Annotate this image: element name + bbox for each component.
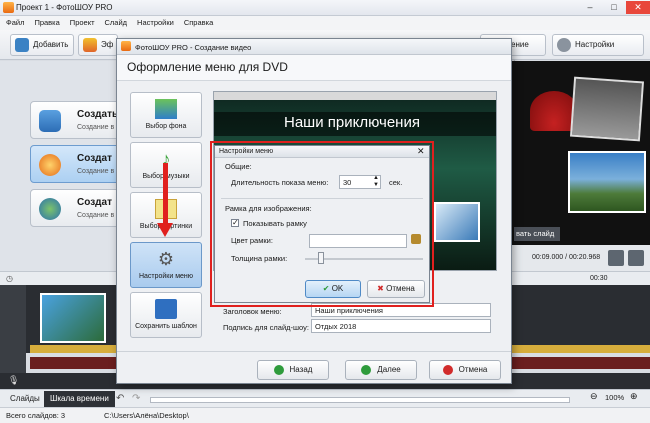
- gear-icon: [557, 38, 571, 52]
- show-frame-checkbox[interactable]: ✓: [231, 219, 239, 227]
- menu-settings-dialog-highlight: Настройки меню ✕ Общие: Длительность пок…: [210, 141, 434, 307]
- microphone-icon: 🎙: [8, 375, 20, 385]
- close-icon[interactable]: ✕: [626, 1, 650, 14]
- menu-settings-titlebar: Настройки меню ✕: [215, 146, 429, 158]
- audio-track-header: [0, 353, 26, 373]
- section-divider: [221, 198, 423, 199]
- back-button[interactable]: Назад: [257, 360, 329, 380]
- app-icon: [3, 2, 14, 13]
- statusbar: Всего слайдов: 3 C:\Users\Алёна\Desktop\: [0, 407, 650, 423]
- timeline-slide-thumb[interactable]: [40, 293, 106, 343]
- zoom-out-icon[interactable]: ⊖: [590, 391, 598, 402]
- preview-photo-2: [568, 151, 646, 213]
- dialog-titlebar: ФотоШОУ PRO - Создание видео: [117, 39, 511, 55]
- zoom-level: 100%: [605, 393, 625, 402]
- maximize-icon[interactable]: □: [602, 1, 626, 14]
- preview-time: 00:09.000 / 00:20.968: [532, 254, 601, 261]
- frame-color-input[interactable]: [309, 234, 407, 248]
- fullscreen-icon[interactable]: [628, 250, 644, 266]
- camera-icon[interactable]: [608, 250, 624, 266]
- tab-timeline[interactable]: Шкала времени: [44, 391, 115, 407]
- effects-button[interactable]: Эф: [78, 34, 118, 56]
- floppy-disk-icon: [155, 299, 177, 319]
- left-panel: Создать Создание в Создат Создание в Соз…: [0, 61, 120, 271]
- timeline-scrollbar[interactable]: [150, 397, 570, 403]
- dialog-title: ФотоШОУ PRO - Создание видео: [135, 43, 252, 52]
- cross-icon: ✖: [377, 284, 384, 293]
- preview-collage-thumb: [434, 202, 480, 242]
- red-arrow-head: [157, 223, 173, 237]
- menu-help[interactable]: Справка: [178, 16, 217, 27]
- menu-file[interactable]: Файл: [0, 16, 28, 27]
- preview-photo-1: [569, 76, 645, 142]
- background-icon: [155, 99, 177, 119]
- frame-color-label: Цвет рамки:: [231, 236, 273, 245]
- color-picker-icon[interactable]: [411, 234, 421, 244]
- timeline-track-header: [0, 285, 26, 353]
- globe-icon: [39, 198, 61, 220]
- settings-cancel-button[interactable]: ✖ Отмена: [367, 280, 425, 298]
- preview-controls: 00:09.000 / 00:20.968: [512, 245, 650, 271]
- tab-slides[interactable]: Слайды: [4, 391, 46, 407]
- next-button[interactable]: Далее: [345, 360, 417, 380]
- preview-top-band: [214, 92, 496, 100]
- frame-width-slider-handle[interactable]: [318, 252, 324, 264]
- preview-slide-title: Наши приключения: [284, 114, 420, 131]
- window-title: Проект 1 - ФотоШОУ PRO: [16, 3, 113, 12]
- gear-icon: ⚙: [157, 249, 175, 269]
- redo-icon[interactable]: ↷: [132, 393, 140, 404]
- menu-slide[interactable]: Слайд: [99, 16, 132, 27]
- close-icon[interactable]: ✕: [417, 146, 425, 157]
- menu-settings-title: Настройки меню: [219, 148, 274, 155]
- menu-title-label: Заголовок меню:: [223, 307, 282, 316]
- create-button-1[interactable]: Создать Создание в: [30, 101, 120, 139]
- menu-settings-dialog: Настройки меню ✕ Общие: Длительность пок…: [214, 145, 430, 303]
- dialog-heading: Оформление меню для DVD: [127, 60, 288, 74]
- frame-section-label: Рамка для изображения:: [225, 204, 312, 213]
- preview-area: вать слайд: [512, 61, 650, 245]
- cancel-button[interactable]: Отмена: [429, 360, 501, 380]
- minimize-icon[interactable]: –: [578, 1, 602, 14]
- add-icon: [15, 38, 29, 52]
- disc-icon: [39, 154, 61, 176]
- zoom-in-icon[interactable]: ⊕: [630, 391, 638, 402]
- duration-unit: сек.: [389, 178, 403, 187]
- ok-button[interactable]: ✔ OK: [305, 280, 361, 298]
- project-settings-button[interactable]: Настройки проекта: [552, 34, 644, 69]
- dialog-divider: [117, 351, 511, 352]
- window-titlebar: Проект 1 - ФотоШОУ PRO – □ ✕: [0, 0, 650, 16]
- red-arrow-shaft: [163, 163, 168, 225]
- frame-width-label: Толщина рамки:: [231, 254, 288, 263]
- menu-settings[interactable]: Настройки: [131, 16, 178, 27]
- save-template-button[interactable]: Сохранить шаблон: [130, 292, 202, 338]
- choose-background-button[interactable]: Выбор фона: [130, 92, 202, 138]
- create-button-3[interactable]: Создат Создание в: [30, 189, 120, 227]
- duration-label: Длительность показа меню:: [231, 178, 329, 187]
- general-section-label: Общие:: [225, 162, 252, 171]
- create-button-2[interactable]: Создат Создание в: [30, 145, 120, 183]
- clock-icon: ◷: [6, 274, 13, 283]
- show-frame-label: Показывать рамку: [243, 219, 307, 228]
- menu-settings-button[interactable]: ⚙ Настройки меню: [130, 242, 202, 288]
- menu-project[interactable]: Проект: [64, 16, 99, 27]
- slideshow-icon: [39, 110, 61, 132]
- project-path: C:\Users\Алёна\Desktop\: [104, 411, 189, 420]
- caption-input[interactable]: Отдых 2018: [311, 319, 491, 333]
- check-icon: ✔: [322, 284, 330, 293]
- back-arrow-icon: [273, 364, 284, 375]
- preview-caption: вать слайд: [514, 227, 560, 241]
- dialog-app-icon: [121, 41, 131, 51]
- slides-count: Всего слайдов: 3: [6, 411, 66, 420]
- dialog-header: Оформление меню для DVD: [117, 55, 511, 81]
- menu-edit[interactable]: Правка: [28, 16, 63, 27]
- cancel-icon: [442, 364, 453, 375]
- duration-spinner-icon[interactable]: ▲ ▼: [373, 175, 379, 189]
- add-button[interactable]: Добавить: [10, 34, 74, 56]
- effects-icon: [83, 38, 97, 52]
- undo-icon[interactable]: ↶: [116, 393, 124, 404]
- menubar: Файл Правка Проект Слайд Настройки Справка: [0, 16, 650, 30]
- caption-label: Подпись для слайд-шоу:: [223, 323, 309, 332]
- ruler-mark: 00:30: [590, 275, 608, 282]
- next-arrow-icon: [361, 364, 372, 375]
